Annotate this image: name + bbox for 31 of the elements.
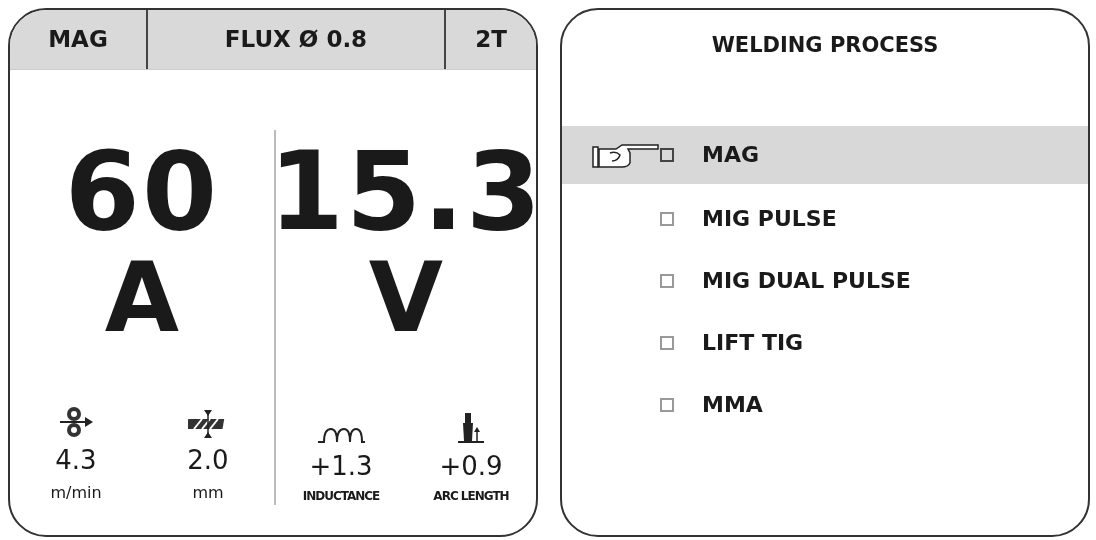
header-label: MAG <box>48 25 108 55</box>
menu-item[interactable]: MIG PULSE <box>562 187 1088 250</box>
parameter-unit: mm <box>192 482 224 504</box>
checkbox[interactable] <box>660 211 674 226</box>
checkbox[interactable] <box>660 273 674 288</box>
parameter-unit: m/min <box>50 482 102 504</box>
pointing-hand-icon <box>592 143 659 168</box>
coil-icon <box>317 428 366 443</box>
header-label: 2T <box>475 25 507 55</box>
checkbox[interactable] <box>660 397 674 412</box>
wire-feed-rollers-icon <box>59 407 93 437</box>
menu-item[interactable]: LIFT TIG <box>562 311 1088 374</box>
reading-unit: V <box>368 250 444 346</box>
parameter-unit: INDUCTANCE <box>302 488 380 505</box>
menu-item[interactable]: MAG <box>562 125 1088 184</box>
torch-arc-icon <box>457 413 485 443</box>
parameter-unit: ARC LENGTH <box>433 488 509 505</box>
parameter-value: 4.3 <box>55 447 97 473</box>
checkbox[interactable] <box>660 335 674 350</box>
parameter-value: +0.9 <box>439 453 503 479</box>
menu-item[interactable]: MIG DUAL PULSE <box>562 249 1088 312</box>
header-label: FLUX Ø 0.8 <box>224 25 368 55</box>
reading-unit: A <box>104 250 180 346</box>
parameter-value: 2.0 <box>187 447 229 473</box>
reading-value: 15.3 <box>268 138 536 246</box>
parameter-value: +1.3 <box>309 453 373 479</box>
checkbox[interactable] <box>660 147 674 162</box>
reading-value: 60 <box>64 138 220 246</box>
wire-diameter-icon <box>188 410 225 438</box>
menu-item[interactable]: MMA <box>562 373 1088 436</box>
menu-title: WELDING PROCESS <box>711 33 939 57</box>
